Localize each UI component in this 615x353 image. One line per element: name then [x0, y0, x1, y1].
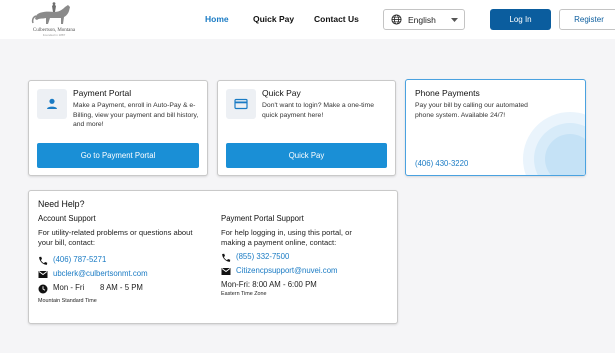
need-help-panel: Need Help? Account Support For utility-r… — [28, 190, 398, 324]
phone-icon — [39, 256, 48, 265]
logo-sub: Founded in 1887 — [42, 33, 66, 37]
account-phone-link[interactable]: (406) 787-5271 — [53, 255, 106, 264]
card-description: Don't want to login? Make a one-time qui… — [262, 102, 374, 119]
quick-pay-card: Quick Pay Don't want to login? Make a on… — [217, 80, 396, 176]
language-select[interactable]: English — [383, 9, 465, 30]
nav-quick-pay-link[interactable]: Quick Pay — [253, 14, 294, 24]
person-icon — [47, 98, 57, 109]
portal-email-row: Citizencpsupport@nuvei.com — [221, 266, 391, 277]
portal-phone-row: (855) 332-7500 — [221, 252, 381, 263]
portal-timezone: Eastern Time Zone — [221, 291, 267, 297]
login-button[interactable]: Log In — [490, 9, 551, 30]
register-button[interactable]: Register — [559, 9, 615, 30]
payment-portal-card: Payment Portal Make a Payment, enroll in… — [28, 80, 208, 176]
card-title: Payment Portal — [73, 88, 132, 98]
email-icon — [221, 268, 231, 275]
account-support-description: For utility-related problems or question… — [38, 228, 193, 247]
go-to-payment-portal-button[interactable]: Go to Payment Portal — [37, 143, 199, 168]
card-title: Phone Payments — [415, 88, 480, 98]
portal-support-title: Payment Portal Support — [221, 214, 304, 223]
account-hours-time: 8 AM - 5 PM — [100, 283, 143, 292]
card-description: Pay your bill by calling our automated p… — [415, 102, 528, 119]
card-icon-box — [37, 89, 67, 119]
card-title: Quick Pay — [262, 88, 301, 98]
clock-icon — [38, 284, 48, 294]
decorative-circles-icon — [523, 112, 585, 175]
portal-hours: Mon-Fri: 8:00 AM - 6:00 PM — [221, 280, 317, 289]
phone-icon — [222, 253, 231, 262]
top-header: Culbertson, Montana Founded in 1887 Home… — [0, 0, 615, 39]
site-logo[interactable]: Culbertson, Montana Founded in 1887 — [28, 2, 80, 37]
nav-contact-link[interactable]: Contact Us — [314, 14, 359, 24]
portal-phone-link[interactable]: (855) 332-7500 — [236, 252, 289, 261]
quick-pay-button[interactable]: Quick Pay — [226, 143, 387, 168]
account-hours-days: Mon - Fri — [53, 283, 85, 292]
account-hours-row: Mon - Fri 8 AM - 5 PM — [38, 283, 218, 294]
account-phone-row: (406) 787-5271 — [38, 255, 198, 266]
caret-down-icon — [451, 18, 458, 22]
portal-email-link[interactable]: Citizencpsupport@nuvei.com — [236, 266, 338, 275]
phone-payments-card: Phone Payments Pay your bill by calling … — [405, 79, 586, 176]
card-description: Make a Payment, enroll in Auto-Pay & e-B… — [73, 102, 199, 128]
language-value: English — [408, 15, 436, 25]
phone-payment-number-link[interactable]: (406) 430-3220 — [415, 159, 468, 168]
card-icon-box — [226, 89, 256, 119]
nav-home-link[interactable]: Home — [205, 14, 229, 24]
credit-card-icon — [234, 98, 248, 110]
portal-support-description: For help logging in, using this portal, … — [221, 228, 352, 247]
account-timezone: Mountain Standard Time — [38, 298, 97, 304]
help-title: Need Help? — [38, 199, 85, 209]
horse-rider-logo-icon — [31, 2, 70, 24]
account-support-title: Account Support — [38, 214, 96, 223]
account-email-link[interactable]: ubclerk@culbertsonmt.com — [53, 269, 148, 278]
email-icon — [38, 271, 48, 278]
account-email-row: ubclerk@culbertsonmt.com — [38, 269, 218, 280]
globe-icon — [391, 14, 402, 25]
